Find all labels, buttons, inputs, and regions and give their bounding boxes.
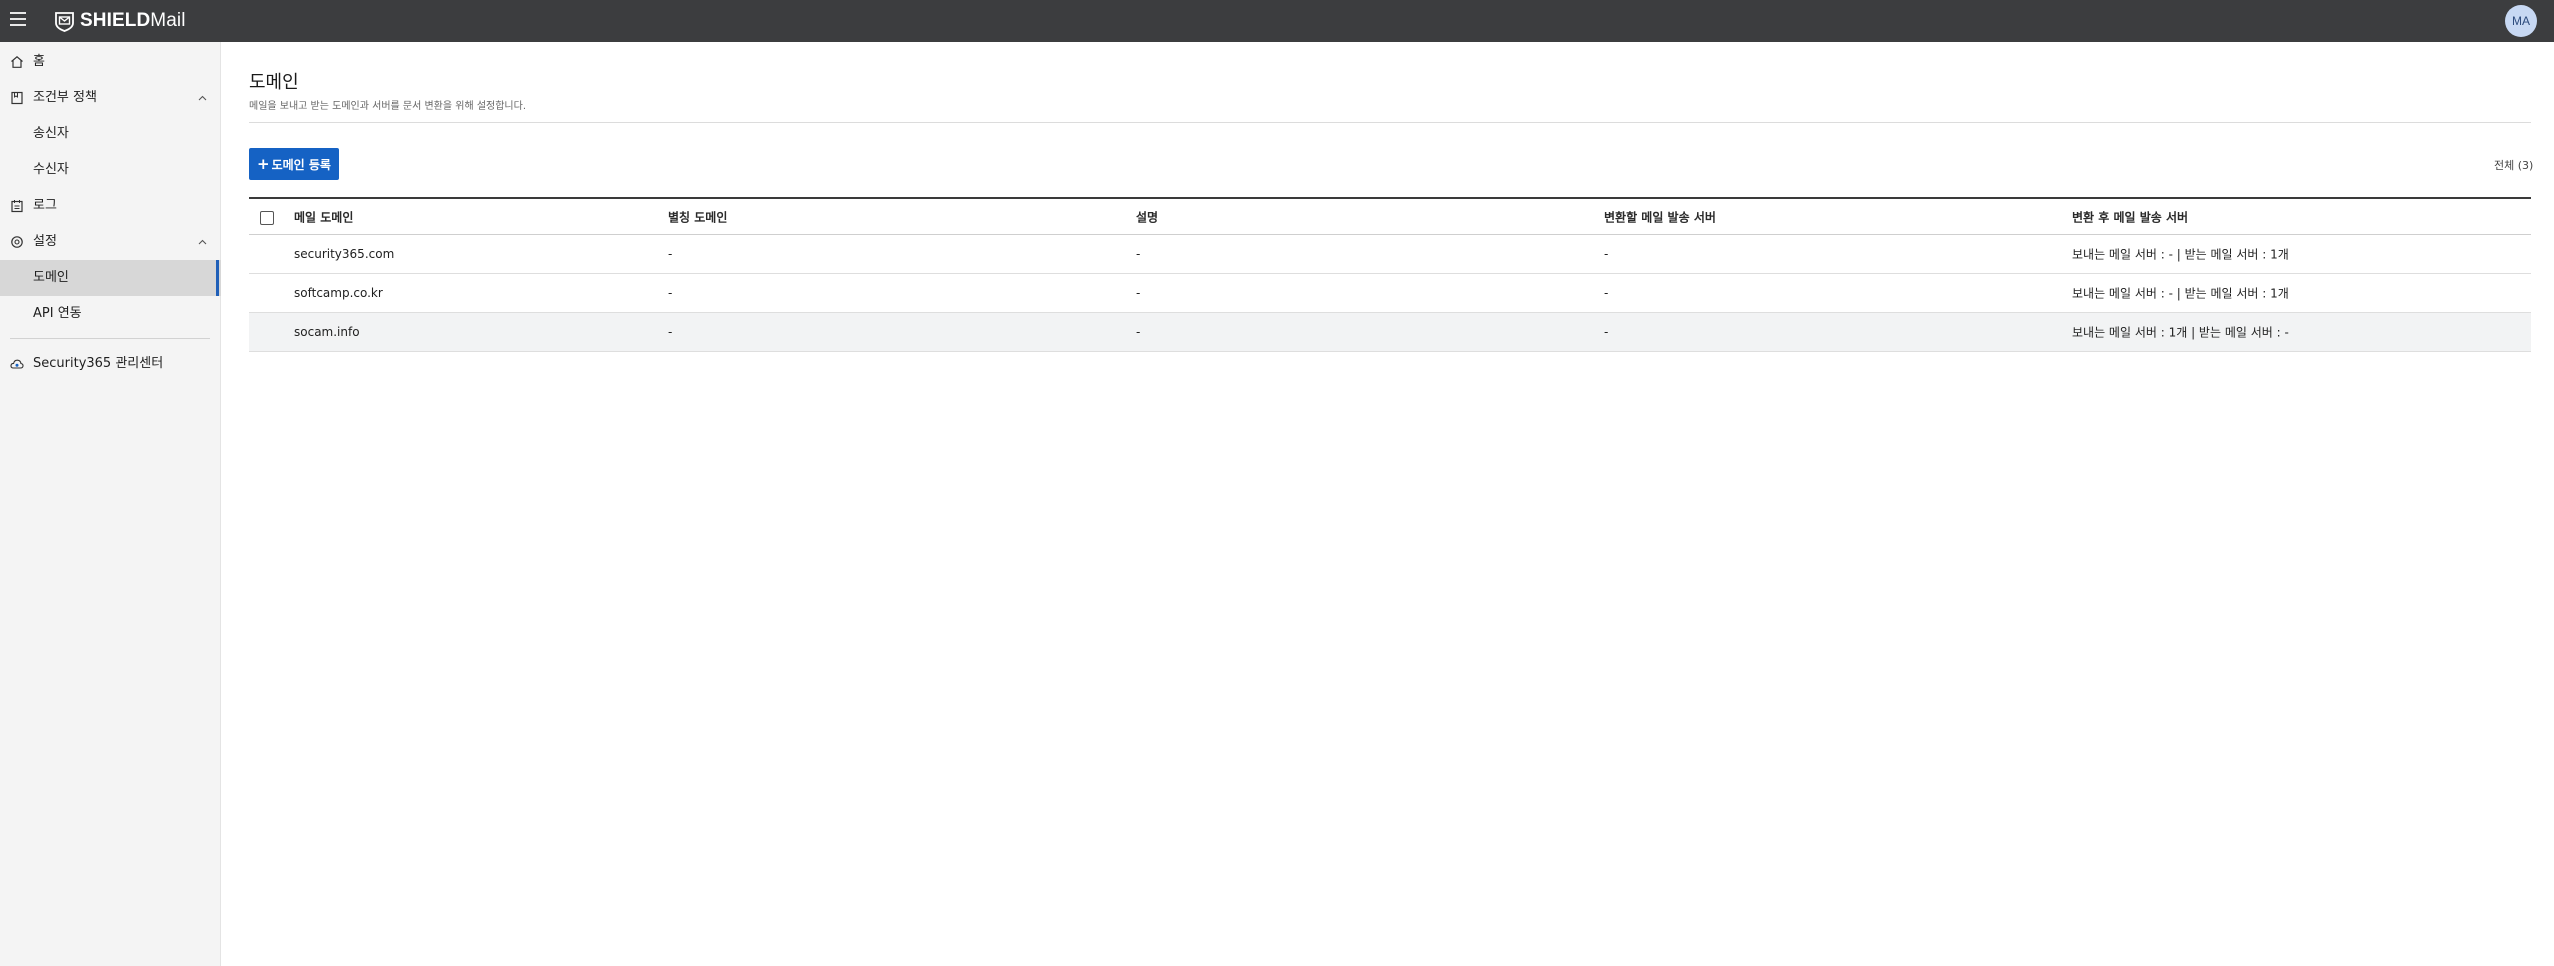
table-row[interactable]: softcamp.co.kr - - - 보내는 메일 서버 : - | 받는 … (249, 274, 2531, 313)
sidebar-item-api[interactable]: API 연동 (0, 296, 221, 332)
page-title: 도메인 (249, 72, 299, 93)
sidebar-item-log[interactable]: 로그 (0, 188, 221, 224)
table-header: 메일 도메인 별칭 도메인 설명 변환할 메일 발송 서버 변환 후 메일 발송… (249, 197, 2531, 235)
app-logo[interactable]: SHIELDMail (54, 9, 186, 33)
plus-icon: + (257, 155, 270, 173)
cell-alias-domain: - (668, 286, 673, 300)
sidebar-item-recipient[interactable]: 수신자 (0, 152, 221, 188)
column-header-source-server[interactable]: 변환할 메일 발송 서버 (1604, 208, 1716, 225)
sidebar-item-security365-center[interactable]: Security365 관리센터 (0, 346, 221, 382)
sidebar-item-conditional-policy[interactable]: 조건부 정책 (0, 80, 221, 116)
cell-mail-domain: security365.com (294, 247, 395, 261)
sidebar: 홈 조건부 정책 송신자 수신자 로그 설정 도메인 API 연동 Securi… (0, 42, 221, 966)
cell-source-server: - (1604, 286, 1609, 300)
sidebar-item-domain[interactable]: 도메인 (0, 260, 221, 296)
column-header-alias-domain[interactable]: 별칭 도메인 (668, 208, 727, 225)
cell-target-server: 보내는 메일 서버 : - | 받는 메일 서버 : 1개 (2072, 247, 2289, 262)
cell-alias-domain: - (668, 247, 673, 261)
cell-mail-domain: socam.info (294, 325, 360, 339)
column-header-mail-domain[interactable]: 메일 도메인 (294, 208, 353, 225)
cell-description: - (1136, 286, 1141, 300)
gear-icon (11, 236, 23, 248)
top-bar: SHIELDMail MA (0, 0, 2554, 42)
sidebar-item-sender[interactable]: 송신자 (0, 116, 221, 152)
cell-target-server: 보내는 메일 서버 : - | 받는 메일 서버 : 1개 (2072, 286, 2289, 301)
page-description: 메일을 보내고 받는 도메인과 서버를 문서 변환을 위해 설정합니다. (249, 101, 527, 112)
sidebar-item-label: API 연동 (33, 306, 82, 321)
home-icon (11, 56, 23, 68)
cell-alias-domain: - (668, 325, 673, 339)
add-domain-button-label: 도메인 등록 (271, 157, 331, 172)
table-row[interactable]: socam.info - - - 보내는 메일 서버 : 1개 | 받는 메일 … (249, 313, 2531, 352)
sidebar-item-settings[interactable]: 설정 (0, 224, 221, 260)
header-divider (249, 122, 2531, 123)
sidebar-item-label: 도메인 (33, 270, 69, 285)
main-content: 도메인 메일을 보내고 받는 도메인과 서버를 문서 변환을 위해 설정합니다.… (221, 42, 2554, 966)
select-all-checkbox[interactable] (260, 211, 274, 225)
sidebar-item-label: 설정 (33, 234, 57, 249)
sidebar-divider (10, 338, 210, 339)
sidebar-item-label: 홈 (33, 54, 45, 69)
sidebar-item-label: 수신자 (33, 162, 69, 177)
sidebar-item-label: Security365 관리센터 (33, 356, 164, 371)
cell-description: - (1136, 325, 1141, 339)
column-header-description[interactable]: 설명 (1136, 208, 1158, 225)
cell-target-server: 보내는 메일 서버 : 1개 | 받는 메일 서버 : - (2072, 325, 2289, 340)
sidebar-item-label: 송신자 (33, 126, 69, 141)
policy-icon (11, 91, 23, 105)
cell-source-server: - (1604, 325, 1609, 339)
add-domain-button[interactable]: + 도메인 등록 (249, 148, 339, 180)
cloud-icon (10, 359, 24, 369)
sidebar-item-label: 로그 (33, 198, 57, 213)
table-row[interactable]: security365.com - - - 보내는 메일 서버 : - | 받는… (249, 235, 2531, 274)
cell-description: - (1136, 247, 1141, 261)
sidebar-item-home[interactable]: 홈 (0, 44, 221, 80)
total-count: 전체 (3) (2494, 159, 2534, 172)
log-icon (11, 200, 23, 213)
hamburger-menu-icon[interactable] (10, 12, 26, 28)
sidebar-item-label: 조건부 정책 (33, 90, 97, 105)
chevron-up-icon[interactable] (197, 93, 208, 104)
shield-mail-logo-icon (55, 11, 74, 32)
user-avatar[interactable]: MA (2505, 5, 2537, 37)
column-header-target-server[interactable]: 변환 후 메일 발송 서버 (2072, 208, 2188, 225)
cell-source-server: - (1604, 247, 1609, 261)
app-name: SHIELDMail (80, 10, 186, 31)
cell-mail-domain: softcamp.co.kr (294, 286, 383, 300)
chevron-up-icon[interactable] (197, 237, 208, 248)
